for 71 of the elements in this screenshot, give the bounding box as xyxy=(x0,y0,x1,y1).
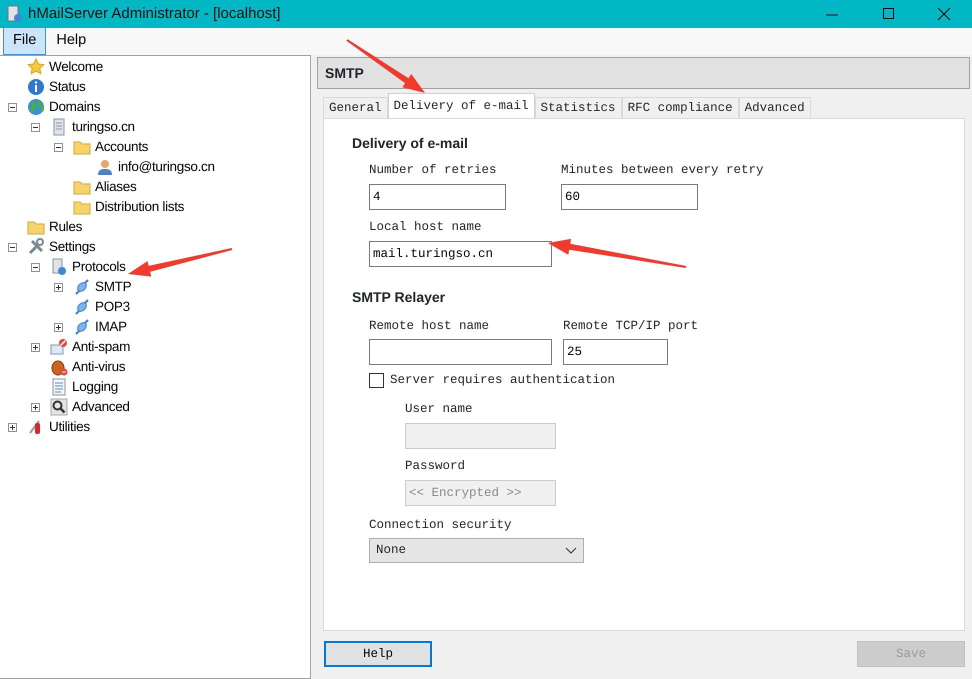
collapse-toggle[interactable] xyxy=(8,102,17,112)
expand-toggle[interactable] xyxy=(54,322,63,332)
field-label: User name xyxy=(405,401,474,418)
info-icon xyxy=(27,78,45,96)
plug-icon xyxy=(73,318,91,336)
checkbox[interactable] xyxy=(369,373,384,388)
tree-item[interactable]: Aliases xyxy=(91,176,136,198)
field-label: Password xyxy=(405,458,466,475)
tree-item[interactable]: Accounts xyxy=(91,136,148,158)
plug-icon xyxy=(73,298,91,316)
tree-item[interactable]: SMTP xyxy=(91,276,132,298)
field-label: Remote host name xyxy=(369,318,490,334)
tree-item[interactable]: Anti-virus xyxy=(68,356,126,378)
collapse-toggle[interactable] xyxy=(54,142,63,152)
window-title: hMailServer Administrator - [localhost] xyxy=(28,4,281,24)
tree-item[interactable]: Anti-spam xyxy=(68,336,130,358)
expand-toggle[interactable] xyxy=(54,282,63,292)
expand-toggle[interactable] xyxy=(8,422,17,432)
section-heading: SMTP Relayer xyxy=(352,288,446,307)
tab[interactable]: Advanced xyxy=(738,97,811,118)
tree-item[interactable]: Welcome xyxy=(45,56,103,78)
tree-item[interactable]: Rules xyxy=(45,216,82,238)
help-button[interactable]: Help xyxy=(324,641,432,667)
tree-item[interactable]: turingso.cn xyxy=(68,116,135,138)
input-field[interactable]: mail.turingso.cn xyxy=(369,240,552,266)
tree-item[interactable]: info@turingso.cn xyxy=(114,156,215,178)
chevron-down-icon xyxy=(565,546,577,555)
input-field[interactable]: 25 xyxy=(563,339,668,366)
dropdown[interactable]: None xyxy=(369,538,584,564)
checkbox-label: Server requires authentication xyxy=(390,372,616,390)
field-label: Remote TCP/IP port xyxy=(563,318,698,334)
tab[interactable]: General xyxy=(323,97,388,118)
field-label: Minutes between every retry xyxy=(561,162,764,179)
plug-icon xyxy=(73,278,91,296)
tree-item[interactable]: Logging xyxy=(68,376,118,398)
field-label: Local host name xyxy=(369,218,483,236)
expand-toggle[interactable] xyxy=(31,402,40,412)
tree-item[interactable]: Advanced xyxy=(68,396,130,418)
tree-item[interactable]: POP3 xyxy=(91,296,130,318)
magnifier-icon xyxy=(50,398,68,416)
collapse-toggle[interactable] xyxy=(31,262,40,272)
expand-toggle[interactable] xyxy=(31,342,40,352)
tab[interactable]: Statistics xyxy=(534,97,622,118)
input-field[interactable] xyxy=(369,339,552,366)
input-field[interactable]: 60 xyxy=(561,184,698,210)
app-icon xyxy=(6,5,24,23)
field-label: Number of retries xyxy=(369,162,498,179)
tree-item[interactable]: Domains xyxy=(45,96,100,118)
star-icon xyxy=(27,58,45,76)
menu-item[interactable]: File xyxy=(3,27,46,55)
user-icon xyxy=(96,158,114,176)
document-icon xyxy=(50,378,68,396)
tools-icon xyxy=(27,238,45,256)
menu-item[interactable]: Help xyxy=(46,27,96,55)
tree-item[interactable]: Distribution lists xyxy=(91,196,184,218)
tree-item[interactable]: Utilities xyxy=(45,416,90,438)
panel-header: SMTP xyxy=(317,57,970,89)
tab[interactable]: Delivery of e-mail xyxy=(388,93,535,118)
collapse-toggle[interactable] xyxy=(8,242,17,252)
section-heading: Delivery of e-mail xyxy=(352,134,469,153)
tree-item[interactable]: Protocols xyxy=(68,256,126,278)
collapse-toggle[interactable] xyxy=(31,122,40,132)
input-field[interactable]: 4 xyxy=(369,184,506,210)
field-label: Connection security xyxy=(369,516,513,534)
tab[interactable]: RFC compliance xyxy=(622,97,739,118)
tree-item[interactable]: Settings xyxy=(45,236,96,258)
globe-icon xyxy=(27,98,45,116)
envelope-prohibited-icon xyxy=(50,338,68,356)
bug-icon xyxy=(50,358,68,376)
tree-item[interactable]: IMAP xyxy=(91,316,127,338)
tree-item[interactable]: Status xyxy=(45,76,86,98)
